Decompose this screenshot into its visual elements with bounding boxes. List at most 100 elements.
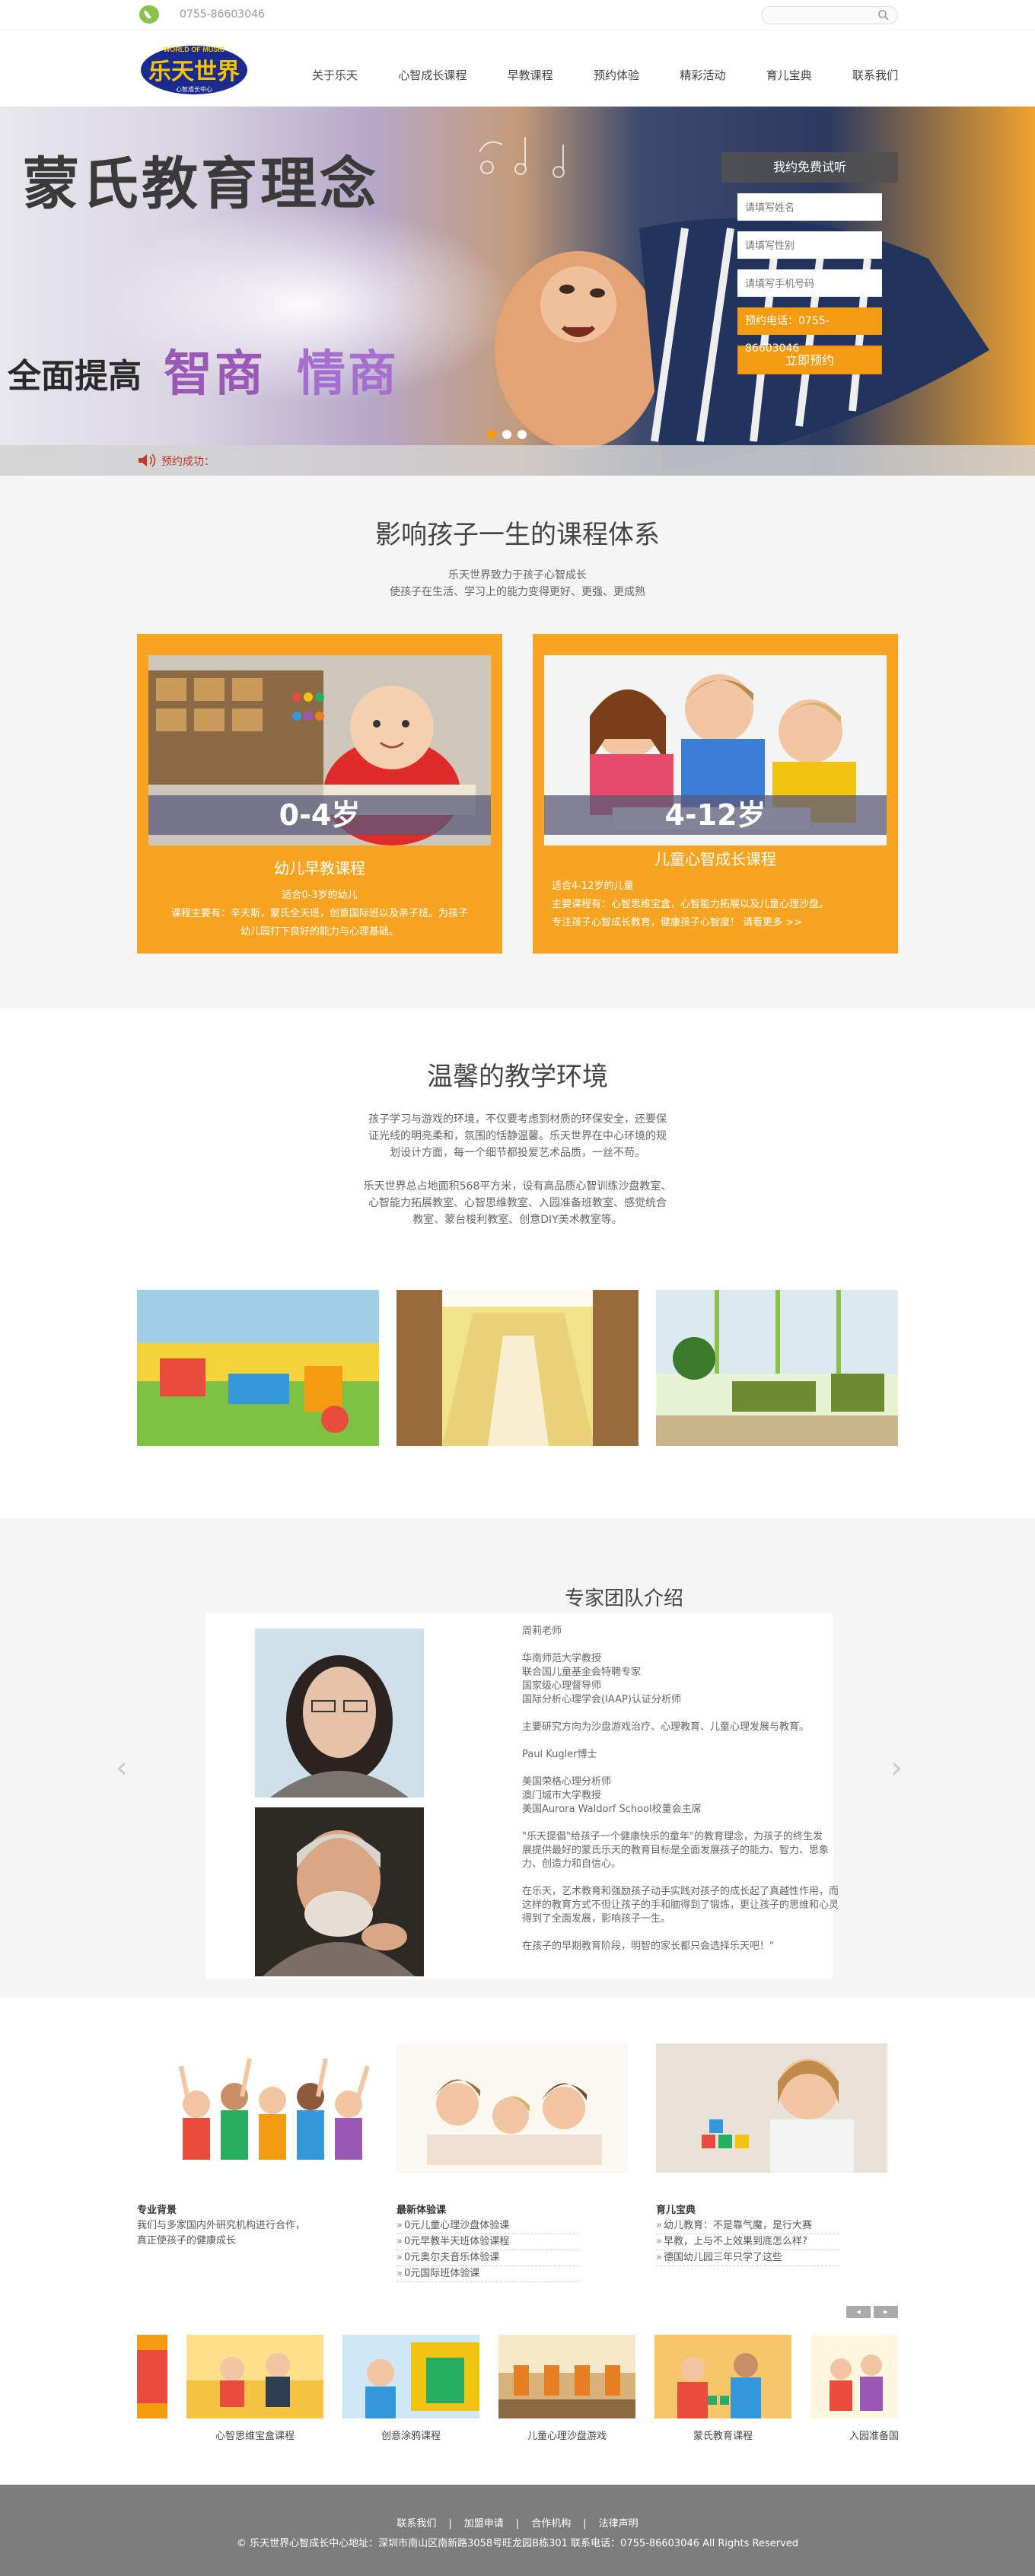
carousel-label[interactable]: 蒙氏教育课程 xyxy=(654,2428,791,2442)
info-heading: 专业背景 xyxy=(137,2205,177,2216)
carousel-prev-button[interactable]: ◂ xyxy=(846,2306,871,2318)
team-section: 专家团队介绍 ‹ › 周莉老师 华南师范大学教授 联合国儿童基金会特聘专家 国家级心理… xyxy=(0,1518,1035,1998)
nav-contact[interactable]: 联系我们 xyxy=(852,67,898,83)
carousel-label[interactable]: 心智思维宝盒课程 xyxy=(186,2428,323,2442)
carousel-thumb xyxy=(342,2335,479,2418)
course-card-early[interactable]: 0-4岁 幼儿早教课程 适合0-3岁的幼儿 课程主要有：辛天斯，蒙氏全天班，创意… xyxy=(137,634,502,954)
bio-spacer xyxy=(522,1638,869,1652)
speaker-icon xyxy=(139,454,156,467)
parenting-article-link[interactable]: 早教，上与不上效果到底怎么样? xyxy=(656,2234,839,2250)
expert-photo-female xyxy=(255,1629,424,1797)
team-next-arrow[interactable]: › xyxy=(890,1750,903,1785)
banner-dot[interactable] xyxy=(487,430,496,439)
form-header: 我约免费试听 xyxy=(721,152,898,183)
carousel-item[interactable]: 儿童心理沙盘游戏 xyxy=(498,2335,635,2442)
nav-about[interactable]: 关于乐天 xyxy=(312,67,358,83)
team-prev-arrow[interactable]: ‹ xyxy=(116,1750,128,1785)
top-phone-number: 0755-86603046 xyxy=(180,8,265,21)
info-professional: 专业背景 我们与多家国内外研究机构进行合作， 真正使孩子的健康成长 xyxy=(137,2203,365,2249)
trial-class-link[interactable]: 0元奥尔夫音乐体验课 xyxy=(396,2250,579,2266)
gender-field[interactable] xyxy=(737,231,882,259)
phone-field[interactable] xyxy=(737,269,882,297)
carousel-item[interactable]: 入园准备国际 xyxy=(810,2335,898,2442)
bio-spacer xyxy=(522,1734,869,1748)
courses-desc-2: 使孩子在生活、学习上的能力变得更好、更强、更成熟 xyxy=(390,586,645,598)
banner-dot[interactable] xyxy=(502,430,511,439)
env-paragraph-line: 划设计方面，每一个细节都投爱艺术品质，一丝不苟。 xyxy=(390,1147,645,1159)
search-icon[interactable] xyxy=(877,9,890,21)
hallway-image[interactable] xyxy=(396,1290,639,1446)
course-line: 幼儿园打下良好的能力与心理基础。 xyxy=(240,926,399,938)
env-paragraph-line: 证光线的明亮柔和，氛围的恬静温馨。乐天世界在中心环境的规 xyxy=(368,1130,667,1142)
phone-icon xyxy=(139,5,159,24)
course-line: 主要课程有：心智思维宝盒，心智能力拓展以及儿童心理沙盘。 xyxy=(552,899,830,910)
svg-text:心智成长中心: 心智成长中心 xyxy=(176,85,212,93)
bio-line: 这样的教育方式不但让孩子的手和脑得到了锻炼，更让孩子的思维和心灵 xyxy=(522,1899,839,1911)
carousel-label[interactable]: 儿童心理沙盘游戏 xyxy=(498,2428,635,2442)
nav-activities[interactable]: 精彩活动 xyxy=(680,67,725,83)
course-age-badge: 4-12岁 xyxy=(544,795,887,835)
info-trial-classes: 最新体验课 0元儿童心理沙盘体验课 0元早教半天班体验课程 0元奥尔夫音乐体验课… xyxy=(396,2203,579,2282)
carousel-label[interactable]: 入园准备国际 xyxy=(810,2428,898,2442)
carousel-thumb xyxy=(186,2335,323,2418)
team-bio: 周莉老师 华南师范大学教授 联合国儿童基金会特聘专家 国家级心理督导师 国际分析心理学会… xyxy=(522,1625,869,1953)
banner-dot[interactable] xyxy=(518,430,527,439)
search-input[interactable] xyxy=(761,6,898,24)
hero-banner: 蒙氏教育理念 全面提高 智商 情商 我约免费试听 预约电话：0755-86603… xyxy=(0,107,1035,476)
kids-lying-image[interactable] xyxy=(396,2043,628,2173)
parenting-article-link[interactable]: 德国幼儿园三年只学了这些 xyxy=(656,2250,839,2266)
kids-cheering-image[interactable] xyxy=(158,2043,390,2173)
carousel-item[interactable]: 创意涂鸦课程 xyxy=(342,2335,479,2442)
trial-class-link[interactable]: 0元国际班体验课 xyxy=(396,2266,579,2282)
playroom-image[interactable] xyxy=(137,1290,379,1446)
carousel-item[interactable]: 心智思维宝盒课程 xyxy=(186,2335,323,2442)
trial-class-link[interactable]: 0元早教半天班体验课程 xyxy=(396,2234,579,2250)
bio-line: 力、创造力和自信心。 xyxy=(522,1858,622,1870)
course-card-mind[interactable]: 4-12岁 儿童心智成长课程 适合4-12岁的儿童 主要课程有：心智思维宝盒，心… xyxy=(533,634,898,954)
parenting-article-link[interactable]: 幼儿教育：不是靠气魔，是行大赛 xyxy=(656,2218,839,2234)
footer-separator: | xyxy=(448,2518,452,2530)
bio-line: 国家级心理督导师 xyxy=(522,1680,602,1692)
footer-link-legal[interactable]: 法律声明 xyxy=(599,2518,639,2530)
bio-line: 联合国儿童基金会特聘专家 xyxy=(522,1667,642,1678)
course-name[interactable]: 幼儿早教课程 xyxy=(137,856,502,878)
carousel-thumb xyxy=(498,2335,635,2418)
banner-eq-text: 情商 xyxy=(297,345,399,403)
footer-link-contact[interactable]: 联系我们 xyxy=(396,2518,436,2530)
info-section: 专业背景 我们与多家国内外研究机构进行合作， 真正使孩子的健康成长 最新体验课 … xyxy=(0,1998,1035,2336)
banner-pagination xyxy=(487,430,527,439)
child-with-blocks-image[interactable] xyxy=(656,2043,887,2173)
courses-section: 影响孩子一生的课程体系 乐天世界致力于孩子心智成长 使孩子在生活、学习上的能力变… xyxy=(0,476,1035,1008)
svg-text:乐天世界: 乐天世界 xyxy=(148,59,240,85)
course-more-link[interactable]: 专注孩子心智成长教育，健康孩子心智度！ 请看更多 >> xyxy=(552,914,879,932)
carousel-item[interactable] xyxy=(137,2335,167,2422)
footer-separator: | xyxy=(515,2518,520,2530)
info-parenting: 育儿宝典 幼儿教育：不是靠气魔，是行大赛 早教，上与不上效果到底怎么样? 德国幼… xyxy=(656,2203,839,2266)
info-text: 真正使孩子的健康成长 xyxy=(137,2235,237,2246)
footer-link-partners[interactable]: 合作机构 xyxy=(531,2518,571,2530)
name-field[interactable] xyxy=(737,193,882,221)
carousel-item[interactable]: 蒙氏教育课程 xyxy=(654,2335,791,2442)
bio-line: 华南师范大学教授 xyxy=(522,1653,602,1664)
site-logo[interactable]: WORLD OF MUSIC 乐天世界 心智成长中心 xyxy=(137,38,251,99)
nav-mind-growth[interactable]: 心智成长课程 xyxy=(398,67,467,83)
carousel-label[interactable]: 创意涂鸦课程 xyxy=(342,2428,479,2442)
courses-title: 影响孩子一生的课程体系 xyxy=(375,520,660,550)
main-nav: 关于乐天 心智成长课程 早教课程 预约体验 精彩活动 育儿宝典 联系我们 xyxy=(312,67,898,83)
nav-early-education[interactable]: 早教课程 xyxy=(508,67,553,83)
env-paragraph-line: 孩子学习与游戏的环境，不仅要考虑到材质的环保安全，还要保 xyxy=(368,1113,667,1126)
environment-title: 温馨的教学环境 xyxy=(427,1062,608,1092)
bio-line: 展提供最好的蒙氏乐天的教育目标是全面发展孩子的能力、智力、思象 xyxy=(522,1845,830,1856)
environment-section: 温馨的教学环境 孩子学习与游戏的环境，不仅要考虑到材质的环保安全，还要保 证光线… xyxy=(0,1008,1035,1518)
course-line: 适合4-12岁的儿童 xyxy=(552,880,634,892)
nav-parenting[interactable]: 育儿宝典 xyxy=(766,67,812,83)
nav-book-trial[interactable]: 预约体验 xyxy=(594,67,639,83)
form-hotline: 预约电话：0755-86603046 xyxy=(737,307,882,355)
trial-class-link[interactable]: 0元儿童心理沙盘体验课 xyxy=(396,2218,579,2234)
carousel-next-button[interactable]: ▸ xyxy=(874,2306,898,2318)
carousel-thumb xyxy=(137,2335,167,2418)
lounge-image[interactable] xyxy=(656,1290,898,1446)
footer-link-franchise[interactable]: 加盟申请 xyxy=(464,2518,504,2530)
bio-line: Paul Kugler博士 xyxy=(522,1749,597,1760)
course-name[interactable]: 儿童心智成长课程 xyxy=(533,847,898,869)
